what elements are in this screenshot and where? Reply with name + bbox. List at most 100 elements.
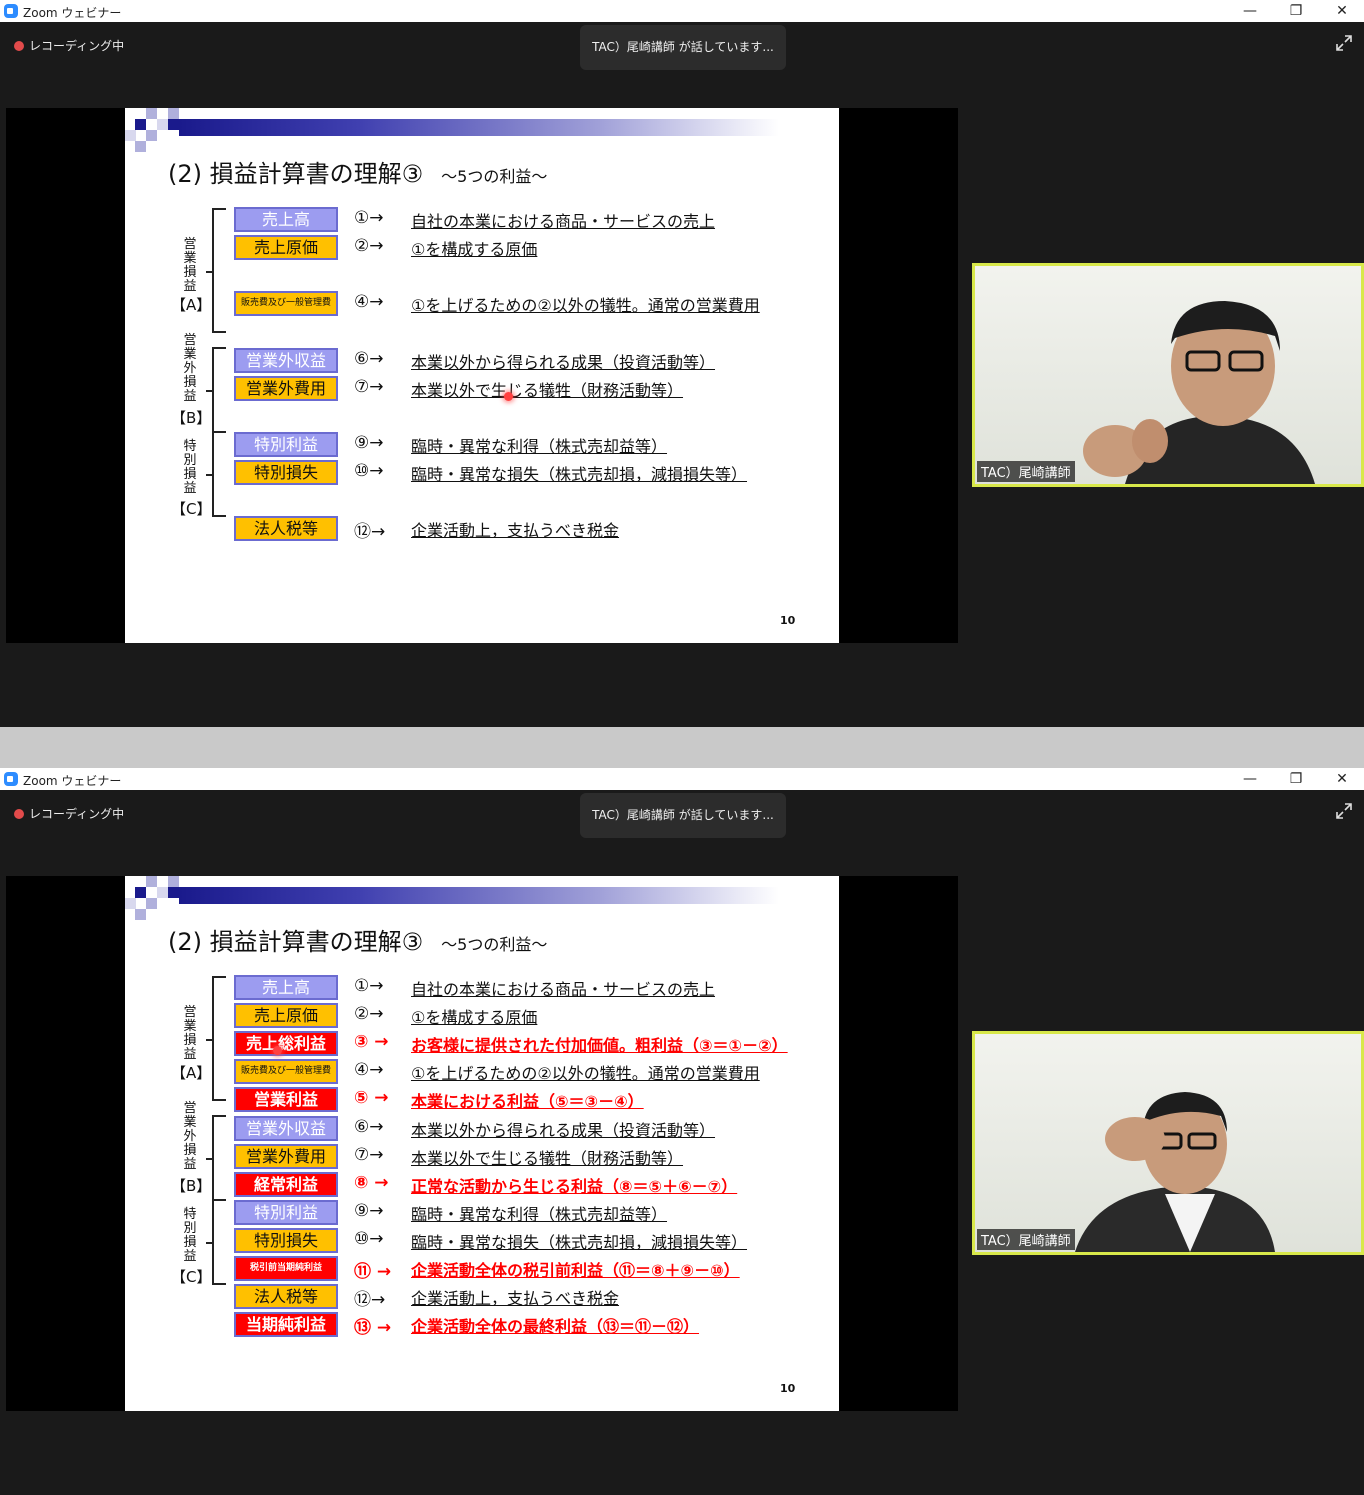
slide-title: (2) 損益計算書の理解③ ～5つの利益～ bbox=[168, 154, 547, 189]
zoom-app-icon bbox=[4, 772, 18, 786]
laser-pointer bbox=[504, 392, 513, 401]
row-number: ⑧ → bbox=[354, 1173, 389, 1193]
zoom-app-icon bbox=[4, 4, 18, 18]
slide-title-text: (2) 損益計算書の理解③ bbox=[168, 160, 424, 188]
row-box-gross-profit: 売上総利益 bbox=[234, 1031, 338, 1056]
slide-subtitle: ～5つの利益～ bbox=[441, 167, 548, 186]
group-brace bbox=[206, 431, 226, 517]
group-bracket-label: 【A】 bbox=[171, 1064, 212, 1082]
row-box-pretax-income: 税引前当期純利益 bbox=[234, 1256, 338, 1281]
row-description: 本業以外から得られる成果（投資活動等） bbox=[411, 1121, 716, 1140]
vertical-char: 業 bbox=[183, 251, 197, 266]
row-box-non-op-income: 営業外収益 bbox=[234, 1116, 338, 1141]
decoration-square bbox=[146, 898, 157, 909]
window-titlebar: Zoom ウェビナー — ❐ ✕ bbox=[0, 0, 1364, 22]
vertical-char: 業 bbox=[183, 347, 197, 362]
recording-dot-icon bbox=[14, 809, 24, 819]
vertical-char: 益 bbox=[183, 1249, 197, 1264]
vertical-char: 営 bbox=[183, 1005, 197, 1020]
vertical-char: 益 bbox=[183, 481, 197, 496]
vertical-char: 営 bbox=[183, 237, 197, 252]
minimize-button[interactable]: — bbox=[1236, 769, 1264, 789]
decoration-square bbox=[146, 130, 157, 141]
row-number: ⑥→ bbox=[354, 1117, 384, 1137]
participant-name-label: TAC）尾崎講師 bbox=[977, 461, 1075, 482]
group-vertical-label: 営業損益 bbox=[183, 1006, 197, 1062]
group-bracket-label: 【B】 bbox=[171, 409, 212, 427]
group-vertical-label: 営業外損益 bbox=[183, 334, 197, 404]
vertical-char: 損 bbox=[183, 1033, 197, 1048]
row-description: 臨時・異常な利得（株式売却益等） bbox=[411, 1205, 668, 1224]
fullscreen-icon[interactable] bbox=[1333, 34, 1355, 56]
vertical-char: 益 bbox=[183, 1047, 197, 1062]
row-box-income-taxes: 法人税等 bbox=[234, 1284, 338, 1309]
vertical-char: 業 bbox=[183, 1115, 197, 1130]
vertical-char: 損 bbox=[183, 375, 197, 390]
row-number: ⑩→ bbox=[354, 1229, 384, 1249]
row-description: ①を構成する原価 bbox=[411, 240, 538, 259]
active-speaker-banner: TAC）尾崎講師 が話しています... bbox=[580, 25, 786, 70]
slide-title: (2) 損益計算書の理解③ ～5つの利益～ bbox=[168, 922, 547, 957]
vertical-char: 特 bbox=[183, 439, 197, 454]
decoration-square bbox=[168, 876, 179, 887]
row-number: ②→ bbox=[354, 1004, 384, 1024]
group-vertical-label: 特別損益 bbox=[183, 440, 197, 496]
group-vertical-label: 営業外損益 bbox=[183, 1102, 197, 1172]
presenter-figure bbox=[1083, 301, 1315, 484]
decoration-square bbox=[125, 898, 136, 909]
row-description: 自社の本業における商品・サービスの売上 bbox=[411, 980, 716, 999]
row-description: 企業活動上，支払うべき税金 bbox=[411, 1289, 620, 1308]
row-description: お客様に提供された付加価値。粗利益（③＝①－②） bbox=[411, 1036, 788, 1055]
minimize-button[interactable]: — bbox=[1236, 1, 1264, 21]
slide-page-number: 10 bbox=[780, 1382, 796, 1395]
group-bracket-label: 【C】 bbox=[171, 1268, 212, 1286]
close-button[interactable]: ✕ bbox=[1328, 1, 1356, 21]
vertical-char: 別 bbox=[183, 1221, 197, 1236]
decoration-square bbox=[135, 909, 146, 920]
row-box-extraordinary-gain: 特別利益 bbox=[234, 432, 338, 457]
participant-name-label: TAC）尾崎講師 bbox=[977, 1229, 1075, 1250]
decoration-square bbox=[146, 876, 157, 887]
participant-video[interactable]: TAC）尾崎講師 bbox=[972, 1031, 1364, 1255]
row-box-extraordinary-gain: 特別利益 bbox=[234, 1200, 338, 1225]
vertical-char: 益 bbox=[183, 1157, 197, 1172]
row-description: 本業における利益（⑤＝③－④） bbox=[411, 1092, 644, 1111]
window-title: Zoom ウェビナー bbox=[23, 6, 122, 20]
vertical-char: 業 bbox=[183, 1019, 197, 1034]
slide-subtitle: ～5つの利益～ bbox=[441, 935, 548, 954]
participant-video[interactable]: TAC）尾崎講師 bbox=[972, 263, 1364, 487]
presentation-slide: (2) 損益計算書の理解③ ～5つの利益～営業損益【A】営業外損益【B】特別損益【… bbox=[125, 108, 839, 643]
slide-title-text: (2) 損益計算書の理解③ bbox=[168, 928, 424, 956]
recording-dot-icon bbox=[14, 41, 24, 51]
slide-header-decoration bbox=[125, 876, 839, 920]
vertical-char: 損 bbox=[183, 467, 197, 482]
decoration-square bbox=[135, 119, 146, 130]
decoration-square bbox=[157, 119, 168, 130]
row-box-sga: 販売費及び一般管理費 bbox=[234, 1059, 338, 1084]
close-button[interactable]: ✕ bbox=[1328, 769, 1356, 789]
window-titlebar: Zoom ウェビナー — ❐ ✕ bbox=[0, 768, 1364, 790]
decoration-square bbox=[125, 130, 136, 141]
row-description: 本業以外で生じる犠牲（財務活動等） bbox=[411, 1149, 684, 1168]
group-bracket-label: 【C】 bbox=[171, 500, 212, 518]
row-description: 企業活動上，支払うべき税金 bbox=[411, 521, 620, 540]
row-box-cogs: 売上原価 bbox=[234, 235, 338, 260]
vertical-char: 特 bbox=[183, 1207, 197, 1222]
row-description: 臨時・異常な損失（株式売却損，減損損失等） bbox=[411, 1233, 748, 1252]
row-description: 本業以外から得られる成果（投資活動等） bbox=[411, 353, 716, 372]
row-description: ①を構成する原価 bbox=[411, 1008, 538, 1027]
decoration-square bbox=[168, 887, 179, 898]
zoom-window-bottom: Zoom ウェビナー — ❐ ✕ レコーディング中 TAC）尾崎講師 が話しています...… bbox=[0, 768, 1364, 1495]
row-number: ④→ bbox=[354, 292, 384, 312]
row-description: ①を上げるための②以外の犠牲。通常の営業費用 bbox=[411, 296, 760, 315]
row-number: ①→ bbox=[354, 208, 384, 228]
row-description: 企業活動全体の最終利益（⑬＝⑪－⑫） bbox=[411, 1317, 700, 1336]
row-box-net-income: 当期純利益 bbox=[234, 1312, 338, 1337]
vertical-char: 損 bbox=[183, 1143, 197, 1158]
slide-page-number: 10 bbox=[780, 614, 796, 627]
restore-button[interactable]: ❐ bbox=[1282, 1, 1310, 21]
restore-button[interactable]: ❐ bbox=[1282, 769, 1310, 789]
fullscreen-icon[interactable] bbox=[1333, 802, 1355, 824]
row-number: ⑬ → bbox=[354, 1318, 392, 1338]
zoom-window-top: Zoom ウェビナー — ❐ ✕ レコーディング中 TAC）尾崎講師 が話しています...… bbox=[0, 0, 1364, 727]
